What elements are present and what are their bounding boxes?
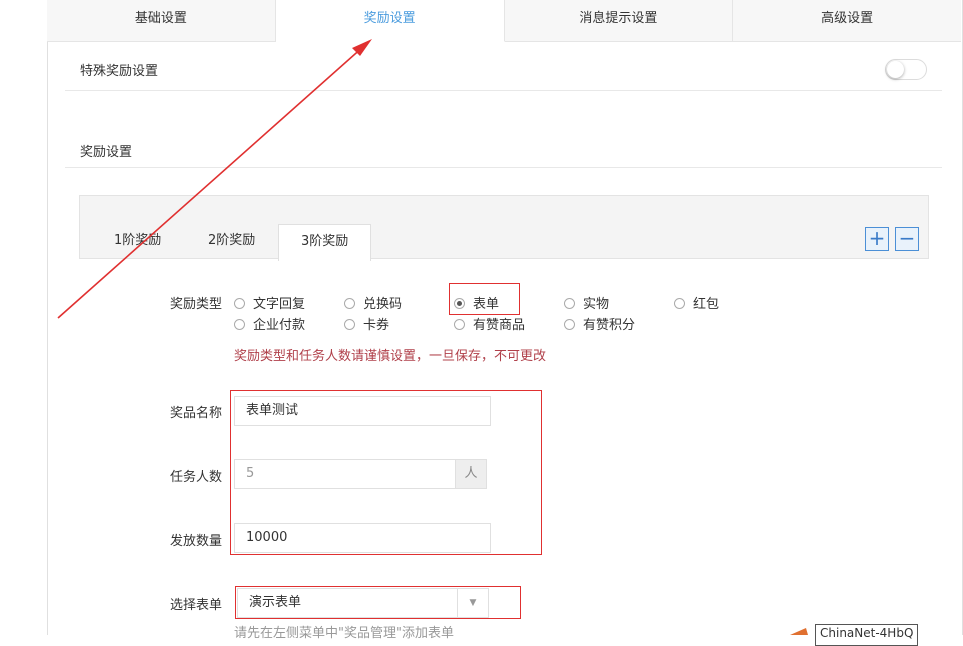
- tab-message-settings[interactable]: 消息提示设置: [505, 0, 734, 41]
- toggle-knob: [887, 61, 904, 78]
- radio-label: 有赞积分: [583, 318, 636, 333]
- radio-checked-icon: [454, 298, 465, 309]
- radio-enterprise-payment[interactable]: 企业付款: [234, 314, 305, 333]
- issue-count-input[interactable]: 10000: [234, 523, 491, 553]
- reward-section-label: 奖励设置: [80, 145, 133, 160]
- tab-basic-settings[interactable]: 基础设置: [47, 0, 276, 41]
- prize-name-input[interactable]: 表单测试: [234, 396, 491, 426]
- divider: [65, 167, 942, 168]
- form-select-label: 选择表单: [170, 598, 223, 613]
- issue-count-label: 发放数量: [170, 534, 223, 549]
- task-people-unit: 人: [455, 459, 487, 489]
- special-reward-label: 特殊奖励设置: [80, 64, 159, 79]
- radio-redeem-code[interactable]: 兑换码: [344, 293, 402, 312]
- form-select-value: 演示表单: [249, 595, 302, 610]
- radio-circle-icon: [344, 298, 355, 309]
- chevron-down-icon: ▼: [457, 589, 488, 617]
- radio-label: 卡券: [363, 318, 390, 333]
- radio-red-packet[interactable]: 红包: [674, 293, 719, 312]
- radio-label: 红包: [693, 297, 720, 312]
- radio-label: 兑换码: [363, 297, 403, 312]
- add-tier-button[interactable]: +: [865, 227, 889, 251]
- radio-label: 实物: [583, 297, 610, 312]
- radio-label: 有赞商品: [473, 318, 526, 333]
- task-people-label: 任务人数: [170, 470, 223, 485]
- radio-circle-icon: [234, 319, 245, 330]
- remove-tier-button[interactable]: −: [895, 227, 919, 251]
- radio-circle-icon: [234, 298, 245, 309]
- task-people-input[interactable]: 5: [234, 459, 456, 489]
- tier-tab-bar: 1阶奖励 2阶奖励 3阶奖励 + −: [79, 195, 929, 261]
- reward-type-warning: 奖励类型和任务人数请谨慎设置，一旦保存，不可更改: [234, 349, 547, 364]
- tab-reward-settings[interactable]: 奖励设置: [275, 0, 505, 42]
- network-tooltip: ChinaNet-4HbQ: [815, 624, 919, 646]
- radio-circle-icon: [564, 298, 575, 309]
- radio-label: 表单: [473, 297, 500, 312]
- reward-type-label: 奖励类型: [170, 297, 223, 312]
- radio-circle-icon: [674, 298, 685, 309]
- tier-tab-2[interactable]: 2阶奖励: [186, 224, 277, 260]
- special-reward-toggle[interactable]: [885, 59, 927, 80]
- radio-label: 文字回复: [253, 297, 306, 312]
- radio-circle-icon: [454, 319, 465, 330]
- radio-coupon[interactable]: 卡券: [344, 314, 389, 333]
- form-select-hint: 请先在左侧菜单中"奖品管理"添加表单: [234, 626, 454, 641]
- tier-tab-1[interactable]: 1阶奖励: [92, 224, 183, 260]
- radio-circle-icon: [564, 319, 575, 330]
- radio-label: 企业付款: [253, 318, 306, 333]
- radio-youzan-goods[interactable]: 有赞商品: [454, 314, 525, 333]
- form-select-dropdown[interactable]: 演示表单 ▼: [237, 588, 489, 618]
- radio-text-reply[interactable]: 文字回复: [234, 293, 305, 312]
- prize-name-label: 奖品名称: [170, 406, 223, 421]
- top-tab-bar: 基础设置 奖励设置 消息提示设置 高级设置: [47, 0, 961, 42]
- divider: [65, 90, 942, 91]
- radio-circle-icon: [344, 319, 355, 330]
- radio-youzan-points[interactable]: 有赞积分: [564, 314, 635, 333]
- radio-form[interactable]: 表单: [454, 293, 499, 312]
- tier-tab-3[interactable]: 3阶奖励: [278, 224, 372, 261]
- radio-physical[interactable]: 实物: [564, 293, 609, 312]
- tab-advanced-settings[interactable]: 高级设置: [733, 0, 961, 41]
